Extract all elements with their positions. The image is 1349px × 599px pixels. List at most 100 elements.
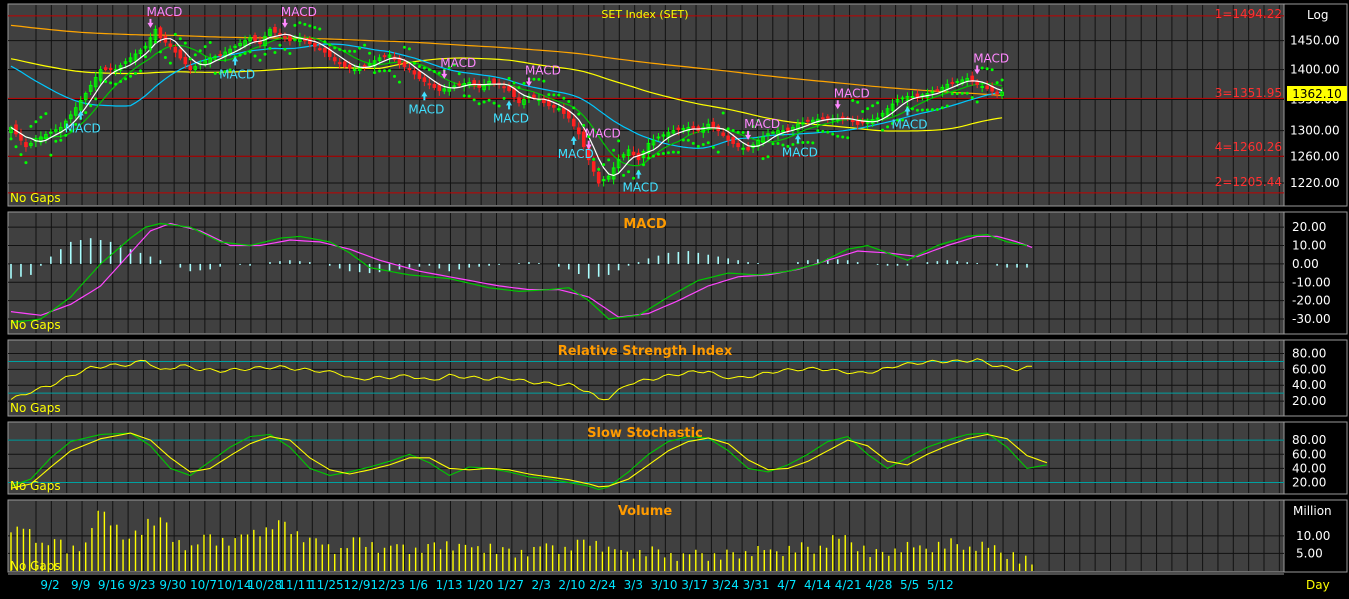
sar-dot [676, 150, 680, 154]
candle-body [342, 61, 347, 68]
candle-body [571, 118, 576, 127]
sar-dot [397, 80, 401, 84]
sar-dot [726, 127, 730, 131]
sar-dot [318, 27, 322, 31]
price-tick-label: 1220.00 [1290, 176, 1340, 190]
candle-body [552, 105, 556, 108]
sar-dot [562, 96, 566, 100]
sar-dot [288, 51, 292, 55]
buy-signal-label: MACD [408, 102, 444, 116]
date-label: 5/5 [900, 578, 919, 592]
sar-dot [632, 176, 636, 180]
candle-body [24, 142, 28, 148]
sar-dot [920, 108, 924, 112]
sar-dot [388, 69, 392, 73]
sell-signal-label: MACD [525, 63, 561, 77]
sar-dot [29, 124, 33, 128]
sar-dot [138, 69, 142, 73]
sar-dot [930, 108, 934, 112]
candle-body [337, 62, 342, 65]
sar-dot [407, 47, 411, 51]
sar-dot [547, 93, 551, 97]
fib-label-3: 3=1351.95 [1215, 86, 1282, 100]
price-tick-label: 1450.00 [1290, 34, 1340, 48]
candle-body [741, 147, 745, 150]
sar-dot [213, 71, 217, 75]
sar-dot [104, 80, 108, 84]
sell-signal-label: MACD [973, 51, 1009, 65]
rsi-tick-label: 40.00 [1292, 378, 1326, 392]
sar-dot [766, 155, 770, 159]
sar-dot [472, 98, 476, 102]
volume-tick-label: 10.00 [1296, 529, 1330, 543]
candle-body [875, 117, 880, 120]
price-no-gaps: No Gaps [10, 191, 61, 205]
candle-body [402, 61, 407, 68]
sar-dot [731, 128, 735, 132]
candle-body [726, 135, 730, 141]
candle-body [233, 45, 237, 48]
sar-dot [253, 54, 257, 58]
sell-signal-label: MACD [146, 5, 182, 19]
candle-body [656, 136, 661, 139]
sar-dot [402, 45, 406, 49]
sar-dot [243, 51, 247, 55]
candle-body [860, 121, 865, 124]
stoch-tick-label: 20.00 [1292, 476, 1326, 490]
sar-dot [841, 135, 845, 139]
sar-dot [178, 37, 182, 41]
sar-dot [721, 111, 725, 115]
sar-dot [24, 161, 28, 165]
candle-body [19, 133, 23, 141]
sar-dot [143, 55, 147, 59]
candle-body [457, 83, 462, 86]
date-label: 12/23 [370, 578, 405, 592]
candle-body [108, 67, 113, 71]
candle-body [731, 137, 735, 144]
date-label: 3/3 [624, 578, 643, 592]
sar-dot [816, 129, 820, 133]
sar-dot [910, 107, 914, 111]
candle-body [407, 67, 412, 71]
candle-body [900, 97, 905, 100]
candle-body [362, 64, 367, 67]
candle-body [352, 69, 357, 72]
sar-dot [457, 72, 461, 76]
sar-dot [881, 128, 885, 132]
rsi-tick-label: 80.00 [1292, 347, 1326, 361]
candle-body [168, 43, 173, 47]
sar-dot [378, 69, 382, 73]
chart-canvas[interactable]: MACDMACDMACDMACDMACDMACDMACDMACDMACD MACD… [0, 0, 1349, 595]
sar-dot [129, 74, 133, 78]
date-label: 1/13 [436, 578, 463, 592]
sar-dot [437, 71, 441, 75]
candle-body [253, 35, 257, 42]
date-label: 9/23 [129, 578, 156, 592]
macd-tick-label: -10.00 [1292, 275, 1331, 289]
macd-no-gaps: No Gaps [10, 318, 61, 332]
sar-dot [84, 111, 88, 115]
sar-dot [333, 46, 337, 50]
sar-dot [273, 50, 277, 54]
date-label: 4/7 [777, 578, 796, 592]
sar-dot [383, 69, 387, 73]
candle-body [347, 64, 352, 69]
candle-body [855, 120, 860, 125]
sar-dot [358, 46, 362, 50]
sar-dot [298, 21, 302, 25]
sar-dot [696, 144, 700, 148]
sar-dot [163, 55, 167, 59]
date-label: 10/14 [217, 578, 252, 592]
price-tick-label: 1400.00 [1290, 63, 1340, 77]
sar-dot [14, 145, 18, 149]
sar-dot [761, 157, 765, 161]
sar-dot [552, 93, 556, 97]
candle-body [158, 27, 163, 39]
fib-label-2: 2=1205.44 [1215, 175, 1282, 189]
sar-dot [303, 22, 307, 26]
sar-dot [94, 97, 98, 101]
period-label[interactable]: Day [1306, 578, 1330, 592]
candle-body [835, 118, 840, 121]
sar-dot [353, 49, 357, 53]
date-label: 11/25 [309, 578, 344, 592]
